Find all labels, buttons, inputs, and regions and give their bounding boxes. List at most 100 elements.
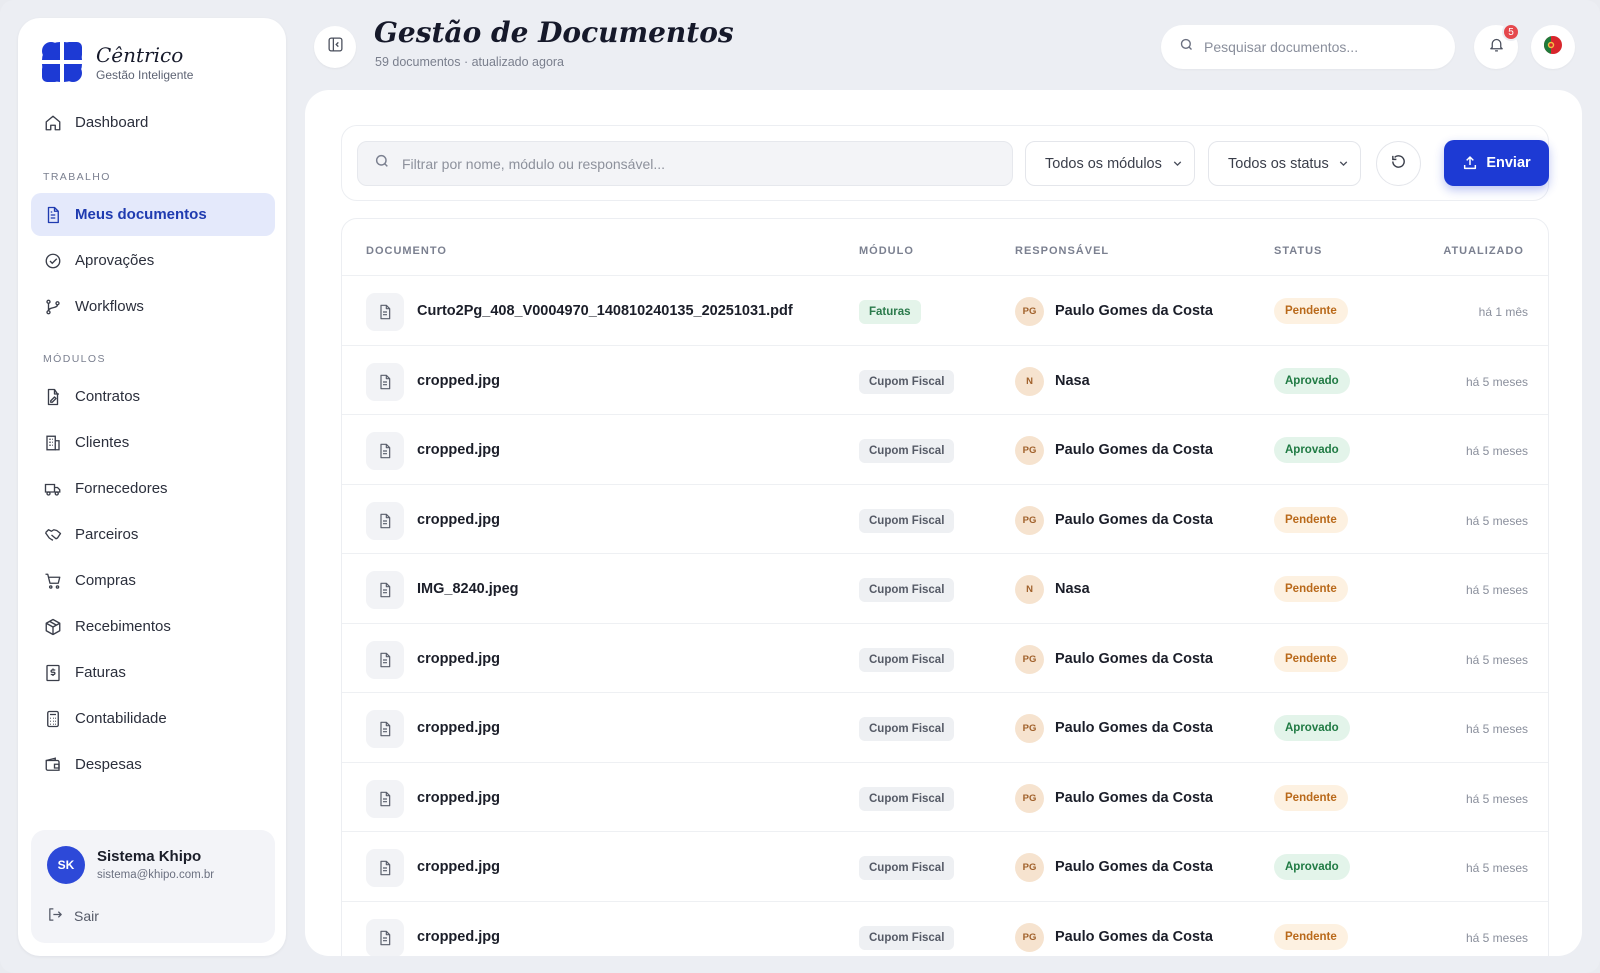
main-panel: Todos os módulos Todos os status — [305, 90, 1582, 956]
sidebar-item-label: Contratos — [75, 388, 141, 405]
status-badge: Pendente — [1274, 784, 1348, 811]
document-name[interactable]: cropped.jpg — [417, 859, 500, 875]
avatar: PG — [1015, 922, 1044, 952]
language-button[interactable] — [1531, 25, 1575, 69]
bell-icon — [1488, 36, 1505, 58]
global-search[interactable] — [1161, 25, 1455, 69]
sidebar-item-label: Despesas — [75, 756, 142, 773]
table-row[interactable]: IMG_8240.jpeg Cupom Fiscal N Nasa Pendente há… — [342, 553, 1548, 624]
truck-icon — [43, 479, 63, 499]
sidebar-item-clientes[interactable]: Clientes — [31, 421, 275, 464]
notifications-button[interactable]: 5 — [1474, 23, 1520, 69]
search-icon — [374, 153, 390, 174]
sidebar-item-label: Fornecedores — [75, 480, 168, 497]
document-name[interactable]: cropped.jpg — [417, 720, 500, 736]
sidebar-item-faturas[interactable]: Faturas — [31, 651, 275, 694]
column-header-atualizado[interactable]: ATUALIZADO — [1443, 245, 1524, 257]
document-name[interactable]: cropped.jpg — [417, 790, 500, 806]
sidebar-item-workflows[interactable]: Workflows — [31, 285, 275, 328]
avatar: PG — [1015, 853, 1044, 882]
sidebar-item-recebimentos[interactable]: Recebimentos — [31, 605, 275, 648]
column-header-status[interactable]: STATUS — [1274, 245, 1322, 257]
logout-button[interactable]: Sair — [47, 906, 99, 926]
table-row[interactable]: cropped.jpg Cupom Fiscal PG Paulo Gomes da … — [342, 761, 1548, 833]
table-row[interactable]: cropped.jpg Cupom Fiscal PG Paulo Gomes da … — [342, 622, 1548, 694]
sidebar-item-label: Dashboard — [75, 114, 149, 131]
column-header-modulo[interactable]: MÓDULO — [859, 245, 914, 257]
home-icon — [43, 113, 63, 133]
document-name[interactable]: cropped.jpg — [417, 373, 500, 389]
refresh-button[interactable] — [1376, 141, 1421, 186]
module-badge: Faturas — [859, 300, 921, 324]
sidebar-item-compras[interactable]: Compras — [31, 559, 275, 602]
table-row[interactable]: cropped.jpg Cupom Fiscal N Nasa Aprovado há 5… — [342, 344, 1548, 416]
responsible-name: Paulo Gomes da Costa — [1055, 789, 1213, 806]
sidebar-item-label: Aprovações — [75, 252, 155, 269]
updated-time: há 5 meses — [1465, 583, 1528, 597]
table-row[interactable]: cropped.jpg Cupom Fiscal PG Paulo Gomes da … — [342, 483, 1548, 555]
logout-icon — [47, 906, 64, 926]
status-badge: Aprovado — [1274, 437, 1350, 463]
status-badge: Pendente — [1274, 576, 1348, 602]
status-select[interactable]: Todos os status — [1208, 141, 1361, 186]
sidebar-item-contratos[interactable]: Contratos — [31, 375, 275, 418]
responsible-name: Paulo Gomes da Costa — [1055, 859, 1213, 875]
file-icon — [366, 849, 404, 887]
status-select-value: Todos os status — [1228, 155, 1329, 172]
filter-input[interactable] — [402, 155, 1002, 172]
document-name[interactable]: cropped.jpg — [417, 929, 500, 945]
sidebar-item-dashboard[interactable]: Dashboard — [31, 101, 275, 144]
search-input[interactable] — [1204, 39, 1444, 55]
sidebar: Cêntrico Gestão Inteligente Dashboard TR… — [18, 18, 286, 956]
receipt-icon — [43, 663, 63, 683]
document-name[interactable]: IMG_8240.jpeg — [417, 581, 519, 597]
responsible-name: Nasa — [1055, 581, 1090, 597]
module-badge: Cupom Fiscal — [859, 439, 955, 463]
sidebar-item-contabilidade[interactable]: Contabilidade — [31, 697, 275, 740]
section-label-modulos: MÓDULOS — [43, 353, 106, 365]
column-header-responsavel[interactable]: RESPONSÁVEL — [1015, 245, 1109, 257]
user-card: SK Sistema Khipo sistema@khipo.com.br Sa… — [31, 830, 275, 943]
updated-time: há 5 meses — [1465, 652, 1528, 667]
building-icon — [43, 433, 63, 453]
package-icon — [43, 617, 63, 637]
document-name[interactable]: cropped.jpg — [417, 442, 500, 458]
upload-button[interactable]: Enviar — [1444, 140, 1549, 186]
refresh-icon — [1390, 153, 1407, 175]
avatar[interactable]: SK — [47, 846, 85, 884]
avatar: PG — [1015, 505, 1044, 535]
brand[interactable]: Cêntrico Gestão Inteligente — [40, 40, 193, 84]
panel-left-icon — [327, 36, 344, 58]
document-name[interactable]: cropped.jpg — [417, 651, 500, 667]
responsible-name: Paulo Gomes da Costa — [1055, 928, 1213, 945]
file-icon — [366, 710, 404, 748]
page-subtitle: 59 documentos · atualizado agora — [375, 55, 565, 69]
sidebar-item-parceiros[interactable]: Parceiros — [31, 513, 275, 556]
table-row[interactable]: cropped.jpg Cupom Fiscal PG Paulo Gomes da … — [342, 831, 1548, 902]
file-icon — [366, 779, 404, 818]
document-name[interactable]: cropped.jpg — [417, 512, 500, 528]
updated-time: há 5 meses — [1465, 791, 1528, 806]
section-label-trabalho: TRABALHO — [43, 171, 111, 183]
responsible-name: Paulo Gomes da Costa — [1055, 720, 1213, 736]
table-row[interactable]: Curto2Pg_408_V0004970_140810240135_20251… — [342, 275, 1548, 346]
upload-button-label: Enviar — [1486, 155, 1531, 171]
table-row[interactable]: cropped.jpg Cupom Fiscal PG Paulo Gomes da … — [342, 900, 1548, 956]
sidebar-item-label: Clientes — [75, 434, 130, 451]
table-row[interactable]: cropped.jpg Cupom Fiscal PG Paulo Gomes da … — [342, 414, 1548, 485]
app-window: Cêntrico Gestão Inteligente Dashboard TR… — [0, 0, 1600, 973]
status-badge: Aprovado — [1274, 715, 1350, 741]
document-name[interactable]: Curto2Pg_408_V0004970_140810240135_20251… — [417, 303, 793, 319]
sidebar-item-meus-documentos[interactable]: Meus documentos — [31, 193, 275, 236]
status-badge: Pendente — [1274, 923, 1348, 950]
sidebar-item-aprovacoes[interactable]: Aprovações — [31, 239, 275, 282]
sidebar-toggle-button[interactable] — [314, 26, 356, 68]
module-select[interactable]: Todos os módulos — [1025, 141, 1195, 186]
sidebar-item-despesas[interactable]: Despesas — [31, 743, 275, 786]
column-header-documento[interactable]: DOCUMENTO — [366, 245, 447, 257]
avatar: N — [1015, 366, 1044, 396]
table-row[interactable]: cropped.jpg Cupom Fiscal PG Paulo Gomes da … — [342, 692, 1548, 763]
filter-search[interactable] — [357, 141, 1013, 186]
sidebar-item-label: Meus documentos — [75, 206, 207, 223]
sidebar-item-fornecedores[interactable]: Fornecedores — [31, 467, 275, 510]
